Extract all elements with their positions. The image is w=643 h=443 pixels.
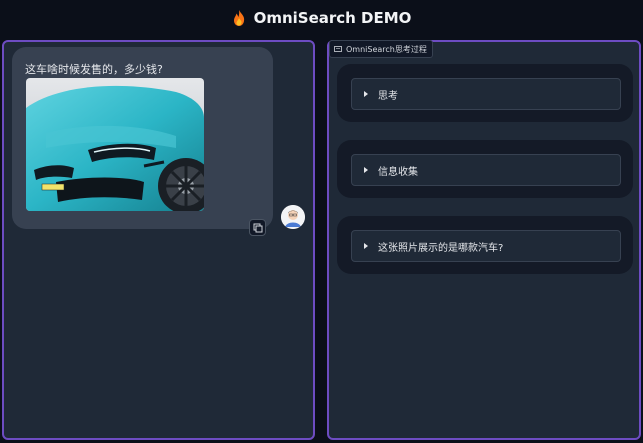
car-image[interactable]	[26, 78, 204, 211]
thinking-panel: OmniSearch思考过程 思考 信息收集 这张照片展示的是哪款汽车?	[327, 40, 641, 440]
user-message-bubble: 这车啥时候发售的，多少钱?	[12, 47, 273, 229]
step-card-question: 这张照片展示的是哪款汽车?	[337, 216, 633, 274]
caret-right-icon	[364, 243, 368, 249]
thinking-panel-label: OmniSearch思考过程	[329, 40, 433, 58]
app-title: OmniSearch DEMO	[253, 9, 412, 27]
copy-button[interactable]	[249, 219, 266, 236]
caret-right-icon	[364, 91, 368, 97]
step-label: 这张照片展示的是哪款汽车?	[378, 242, 504, 254]
avatar-icon	[281, 205, 305, 229]
flame-icon	[233, 10, 244, 26]
chat-icon	[334, 45, 342, 52]
app-header: OmniSearch DEMO	[0, 0, 643, 36]
step-accordion-question[interactable]: 这张照片展示的是哪款汽车?	[351, 230, 621, 262]
chat-panel: 这车啥时候发售的，多少钱?	[2, 40, 315, 440]
step-accordion-info-collection[interactable]: 信息收集	[351, 154, 621, 186]
car-photo	[26, 78, 204, 211]
step-accordion-thinking[interactable]: 思考	[351, 78, 621, 110]
user-avatar	[281, 205, 305, 229]
thinking-panel-title: OmniSearch思考过程	[346, 44, 427, 54]
step-card-info-collection: 信息收集	[337, 140, 633, 198]
step-card-thinking: 思考	[337, 64, 633, 122]
app-window: OmniSearch DEMO 这车啥时候发售的，多少钱? OmniSearch…	[0, 0, 643, 443]
user-message-text: 这车啥时候发售的，多少钱?	[25, 63, 163, 76]
copy-icon	[253, 223, 262, 232]
caret-right-icon	[364, 167, 368, 173]
step-label: 思考	[378, 90, 398, 102]
step-label: 信息收集	[378, 166, 418, 178]
